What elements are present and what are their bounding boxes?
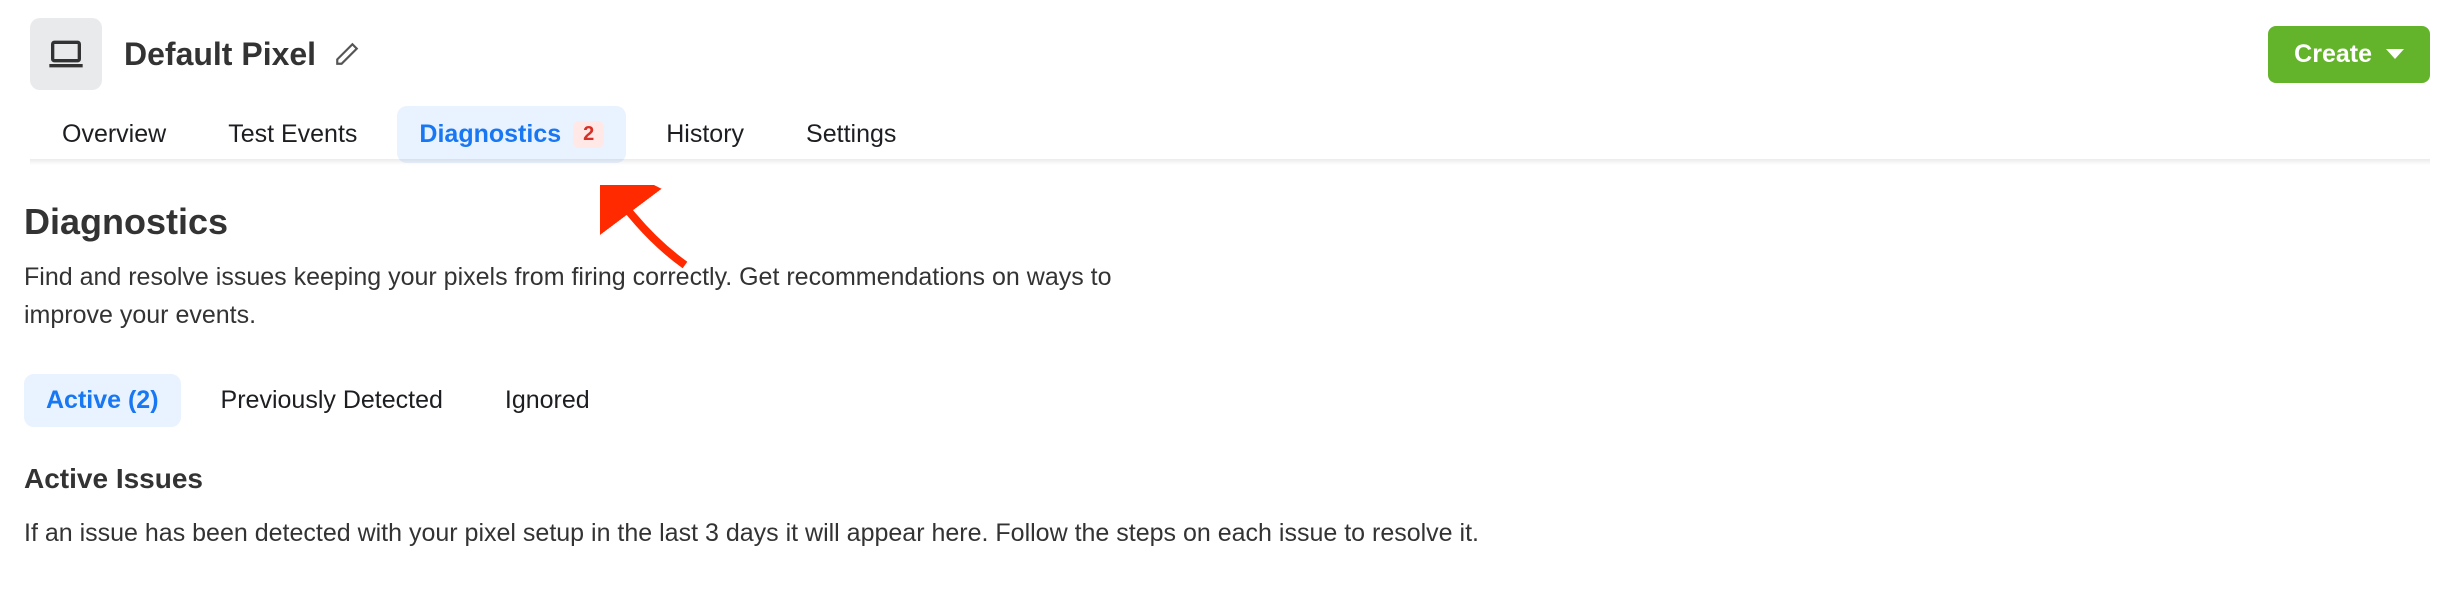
tab-label: Settings	[806, 120, 896, 149]
tab-diagnostics[interactable]: Diagnostics 2	[397, 106, 626, 163]
page-title: Default Pixel	[124, 36, 316, 73]
subtab-label: Ignored	[505, 386, 590, 414]
subtab-label: Active (2)	[46, 386, 159, 414]
subtab-label: Previously Detected	[221, 386, 443, 414]
tab-label: History	[666, 120, 744, 149]
laptop-icon	[46, 34, 86, 74]
section-heading: Diagnostics	[24, 201, 2436, 243]
caret-down-icon	[2386, 49, 2404, 59]
edit-title-button[interactable]	[330, 37, 364, 71]
create-button-label: Create	[2294, 40, 2372, 69]
tab-history[interactable]: History	[644, 106, 766, 163]
tab-label: Test Events	[228, 120, 357, 149]
pencil-icon	[334, 41, 360, 67]
tab-test-events[interactable]: Test Events	[206, 106, 379, 163]
tab-label: Overview	[62, 120, 166, 149]
subtabs-nav: Active (2) Previously Detected Ignored	[24, 374, 2436, 427]
subtab-previously-detected[interactable]: Previously Detected	[199, 374, 465, 427]
subtab-ignored[interactable]: Ignored	[483, 374, 612, 427]
pixel-icon-box	[30, 18, 102, 90]
section-description: Find and resolve issues keeping your pix…	[24, 259, 1174, 334]
tab-settings[interactable]: Settings	[784, 106, 918, 163]
tabs-nav: Overview Test Events Diagnostics 2 Histo…	[0, 100, 2460, 163]
tab-badge: 2	[573, 121, 604, 148]
active-issues-description: If an issue has been detected with your …	[24, 515, 2436, 553]
active-issues-heading: Active Issues	[24, 463, 2436, 495]
tab-overview[interactable]: Overview	[40, 106, 188, 163]
subtab-active[interactable]: Active (2)	[24, 374, 181, 427]
tab-label: Diagnostics	[419, 120, 561, 149]
create-button[interactable]: Create	[2268, 26, 2430, 83]
